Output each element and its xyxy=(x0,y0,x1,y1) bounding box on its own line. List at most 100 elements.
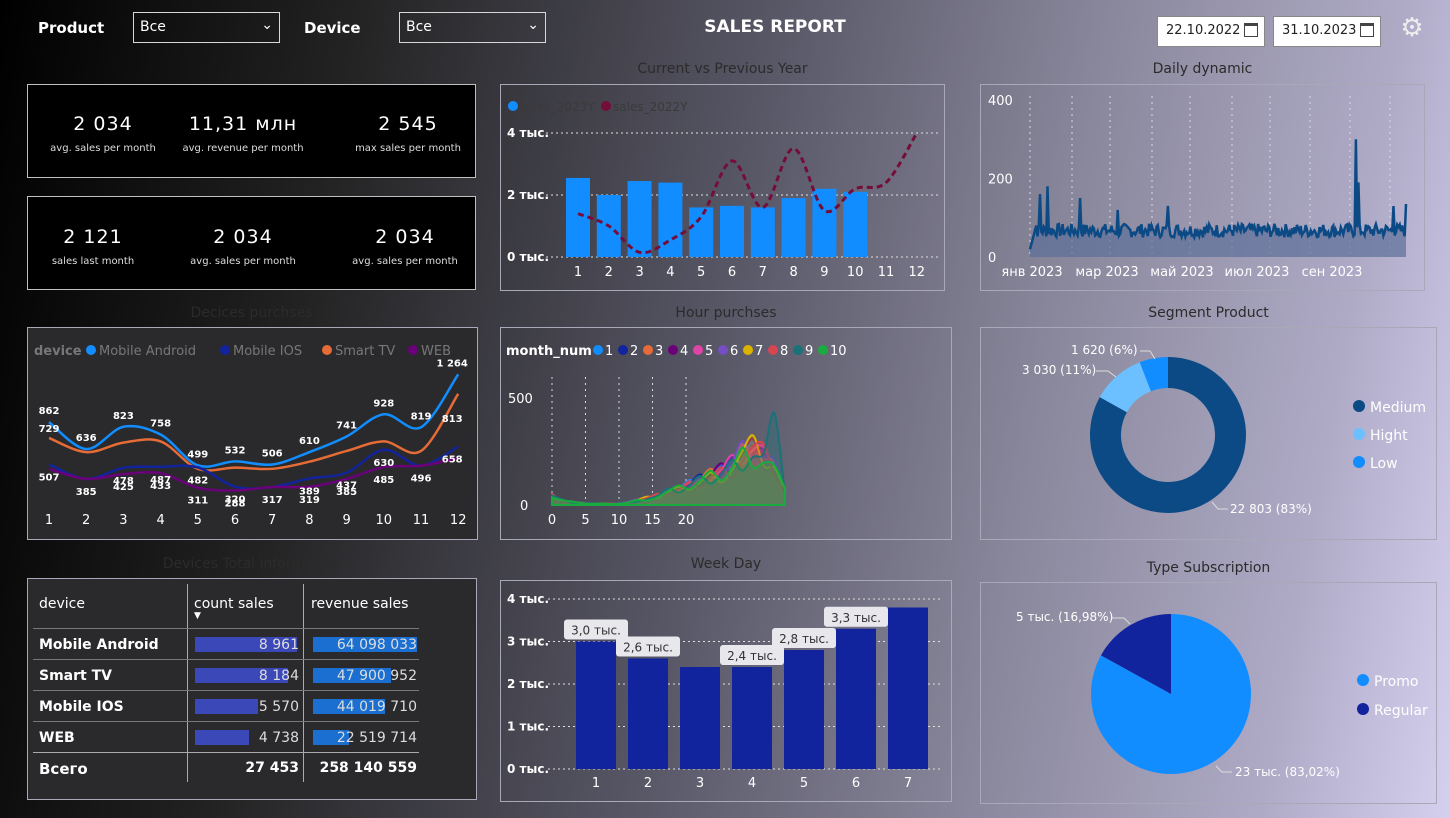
device-line xyxy=(48,393,460,472)
kpi-value: 11,31 млн xyxy=(188,113,298,135)
x-tick-label: янв 2023 xyxy=(1001,265,1062,280)
x-tick-label: 12 xyxy=(450,513,467,528)
legend-label: 1 xyxy=(605,344,613,359)
gear-icon[interactable]: ⚙ xyxy=(1398,14,1426,42)
kpi-value: 2 034 xyxy=(213,226,273,248)
x-tick-label: 10 xyxy=(611,513,628,528)
chart-title-hour: Hour purchses xyxy=(675,305,777,321)
x-tick-label: 8 xyxy=(789,265,797,280)
device-dropdown[interactable]: Все ⌄ xyxy=(399,12,546,43)
legend-label: Regular xyxy=(1374,703,1428,719)
table-row[interactable]: Smart TV 8 184 47 900 952 xyxy=(33,659,419,690)
product-dropdown[interactable]: Все ⌄ xyxy=(133,12,280,43)
legend-label: 4 xyxy=(680,344,688,359)
x-tick-label: май 2023 xyxy=(1150,265,1213,280)
legend-dot xyxy=(86,345,96,355)
data-label: 319 xyxy=(299,495,320,506)
x-tick-label: 11 xyxy=(878,265,895,280)
data-label: 499 xyxy=(187,449,208,460)
cell-count: 4 738 xyxy=(258,730,299,746)
legend-label: 10 xyxy=(830,344,847,359)
hour-chart: month_num 1 2 3 4 5 6 7 8 9 10 500 0 0 5 10 15 20 xyxy=(506,344,847,528)
cell-revenue: 47 900 952 xyxy=(336,668,417,684)
table-row[interactable]: Mobile Android 8 961 64 098 033 xyxy=(33,628,419,659)
bar xyxy=(732,667,772,769)
data-label: 385 xyxy=(76,487,97,498)
date-to-input[interactable]: 31.10.2023 xyxy=(1273,16,1381,47)
x-tick-label: 7 xyxy=(759,265,767,280)
x-tick-label: июл 2023 xyxy=(1225,265,1290,280)
legend-dot xyxy=(1353,456,1365,468)
y-tick-label: 2 тыс. xyxy=(507,677,549,691)
bar xyxy=(658,182,683,257)
x-tick-label: 3 xyxy=(119,513,127,528)
x-tick-label: 9 xyxy=(820,265,828,280)
kpi-card-2: 2 121 sales last month 2 034 avg. sales … xyxy=(27,196,476,290)
table-total-count: 27 453 xyxy=(245,760,299,776)
table-row[interactable]: WEB 4 738 22 519 714 xyxy=(33,721,419,752)
x-tick-label: 1 xyxy=(45,513,53,528)
legend-label: Promo xyxy=(1374,674,1418,690)
kpi-label: avg. revenue per month xyxy=(182,143,304,154)
bar xyxy=(680,667,720,769)
chart-title-daily: Daily dynamic xyxy=(1152,61,1253,77)
kpi-label: avg. sales per month xyxy=(50,143,156,154)
bar xyxy=(781,198,806,257)
bar xyxy=(888,607,928,769)
data-label: 2,8 тыс. xyxy=(779,632,829,646)
date-from-input[interactable]: 22.10.2022 xyxy=(1157,16,1265,47)
subscription-chart: 5 тыс. (16,98%) 23 тыс. (83,02%) Promo Regu… xyxy=(1016,610,1428,779)
cvp-chart: sales_2023Y sales_2022Y 4 тыс. 2 тыс. 0 тыс.… xyxy=(507,100,940,280)
chevron-down-icon: ⌄ xyxy=(527,17,539,33)
leader-line xyxy=(1096,370,1117,378)
y-tick-label: 200 xyxy=(988,173,1013,188)
x-tick-label: 3 xyxy=(635,265,643,280)
table-row[interactable]: Mobile IOS 5 570 44 019 710 xyxy=(33,690,419,721)
legend-label: Mobile Android xyxy=(99,344,196,359)
legend-dot xyxy=(693,345,703,355)
legend-dot xyxy=(818,345,828,355)
table-header-revenue[interactable]: revenue sales xyxy=(311,596,408,612)
kpi-card-1: 2 034 avg. sales per month 11,31 млн avg… xyxy=(27,84,476,178)
data-label: 3,0 тыс. xyxy=(571,624,621,638)
legend-dot xyxy=(718,345,728,355)
leader-line xyxy=(1211,501,1228,510)
device-label: Device xyxy=(304,19,361,37)
x-tick-label: 2 xyxy=(82,513,90,528)
x-tick-label: мар 2023 xyxy=(1075,265,1138,280)
table-header-device[interactable]: device xyxy=(39,596,85,612)
device-value: Все xyxy=(406,19,432,35)
sort-desc-icon[interactable]: ▼ xyxy=(194,611,201,621)
kpi-label: avg. sales per month xyxy=(190,256,296,267)
kpi-label: sales last month xyxy=(51,256,135,267)
data-label: 22 803 (83%) xyxy=(1230,502,1312,516)
data-label: 819 xyxy=(411,411,432,422)
data-label: 928 xyxy=(373,398,394,409)
data-label: 506 xyxy=(262,449,283,460)
data-label: 485 xyxy=(373,475,394,486)
legend-label: 7 xyxy=(755,344,763,359)
x-tick-label: 2 xyxy=(605,265,613,280)
legend-label: Low xyxy=(1370,456,1398,472)
legend-label: 6 xyxy=(730,344,738,359)
calendar-icon[interactable] xyxy=(1360,23,1374,37)
legend-label: Hight xyxy=(1370,428,1408,444)
data-label: 1 620 (6%) xyxy=(1071,343,1138,357)
devices-table: device count sales ▼ revenue sales Mobil… xyxy=(27,578,477,800)
y-tick-label: 4 тыс. xyxy=(507,592,549,606)
data-label: 729 xyxy=(39,424,60,435)
table-total-revenue: 258 140 559 xyxy=(319,760,417,776)
legend-dot xyxy=(1353,428,1365,440)
calendar-icon[interactable] xyxy=(1244,23,1258,37)
cell-device: WEB xyxy=(39,730,75,746)
legend-dot xyxy=(618,345,628,355)
leader-line xyxy=(1140,350,1156,360)
table-header-count[interactable]: count sales xyxy=(194,596,274,612)
data-label: 3,3 тыс. xyxy=(831,611,881,625)
x-tick-label: сен 2023 xyxy=(1302,265,1363,280)
date-to-value: 31.10.2023 xyxy=(1282,23,1357,38)
devices-chart: device Mobile Android Mobile IOS Smart TV WE… xyxy=(34,344,468,528)
legend-dot xyxy=(768,345,778,355)
legend-label: sales_2022Y xyxy=(613,100,688,114)
date-from-value: 22.10.2022 xyxy=(1166,23,1241,38)
